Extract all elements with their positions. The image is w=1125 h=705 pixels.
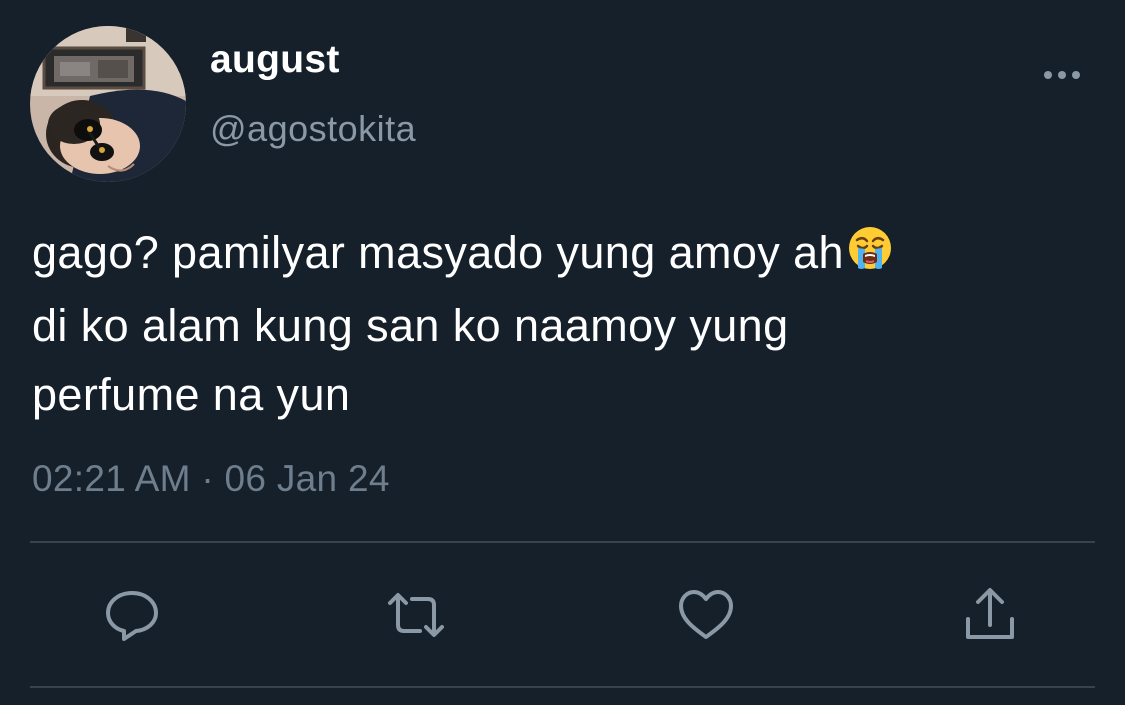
- tweet-timestamp: 02:21 AM · 06 Jan 24: [32, 458, 390, 500]
- avatar[interactable]: [30, 26, 186, 182]
- more-options-button[interactable]: [1036, 60, 1088, 90]
- reply-button[interactable]: [102, 585, 162, 645]
- tweet-text-line: di ko alam kung san ko naamoy yung: [32, 300, 789, 351]
- retweet-button[interactable]: [386, 585, 446, 645]
- share-button[interactable]: [960, 585, 1020, 645]
- tweet-card: august @agostokita gago? pamilyar masyad…: [0, 0, 1125, 705]
- more-horizontal-icon: [1044, 71, 1080, 79]
- divider: [30, 686, 1095, 688]
- tweet-text-segment: gago? pamilyar masyado yung amoy ah: [32, 227, 844, 278]
- tweet-text-line: gago? pamilyar masyado yung amoy ah: [32, 218, 1092, 291]
- like-button[interactable]: [676, 585, 736, 645]
- display-name[interactable]: august: [210, 38, 340, 82]
- divider: [30, 541, 1095, 543]
- tweet-text: gago? pamilyar masyado yung amoy ah di k…: [32, 218, 1092, 429]
- reply-icon: [106, 591, 158, 641]
- meta-separator: ·: [201, 458, 214, 499]
- loudly-crying-face-emoji: [846, 222, 894, 291]
- retweet-icon: [388, 593, 444, 637]
- like-icon: [679, 590, 733, 639]
- tweet-text-line: perfume na yun: [32, 369, 351, 420]
- tweet-date[interactable]: 06 Jan 24: [225, 458, 390, 499]
- tweet-time[interactable]: 02:21 AM: [32, 458, 191, 499]
- user-handle[interactable]: @agostokita: [210, 108, 416, 150]
- share-icon: [966, 588, 1014, 639]
